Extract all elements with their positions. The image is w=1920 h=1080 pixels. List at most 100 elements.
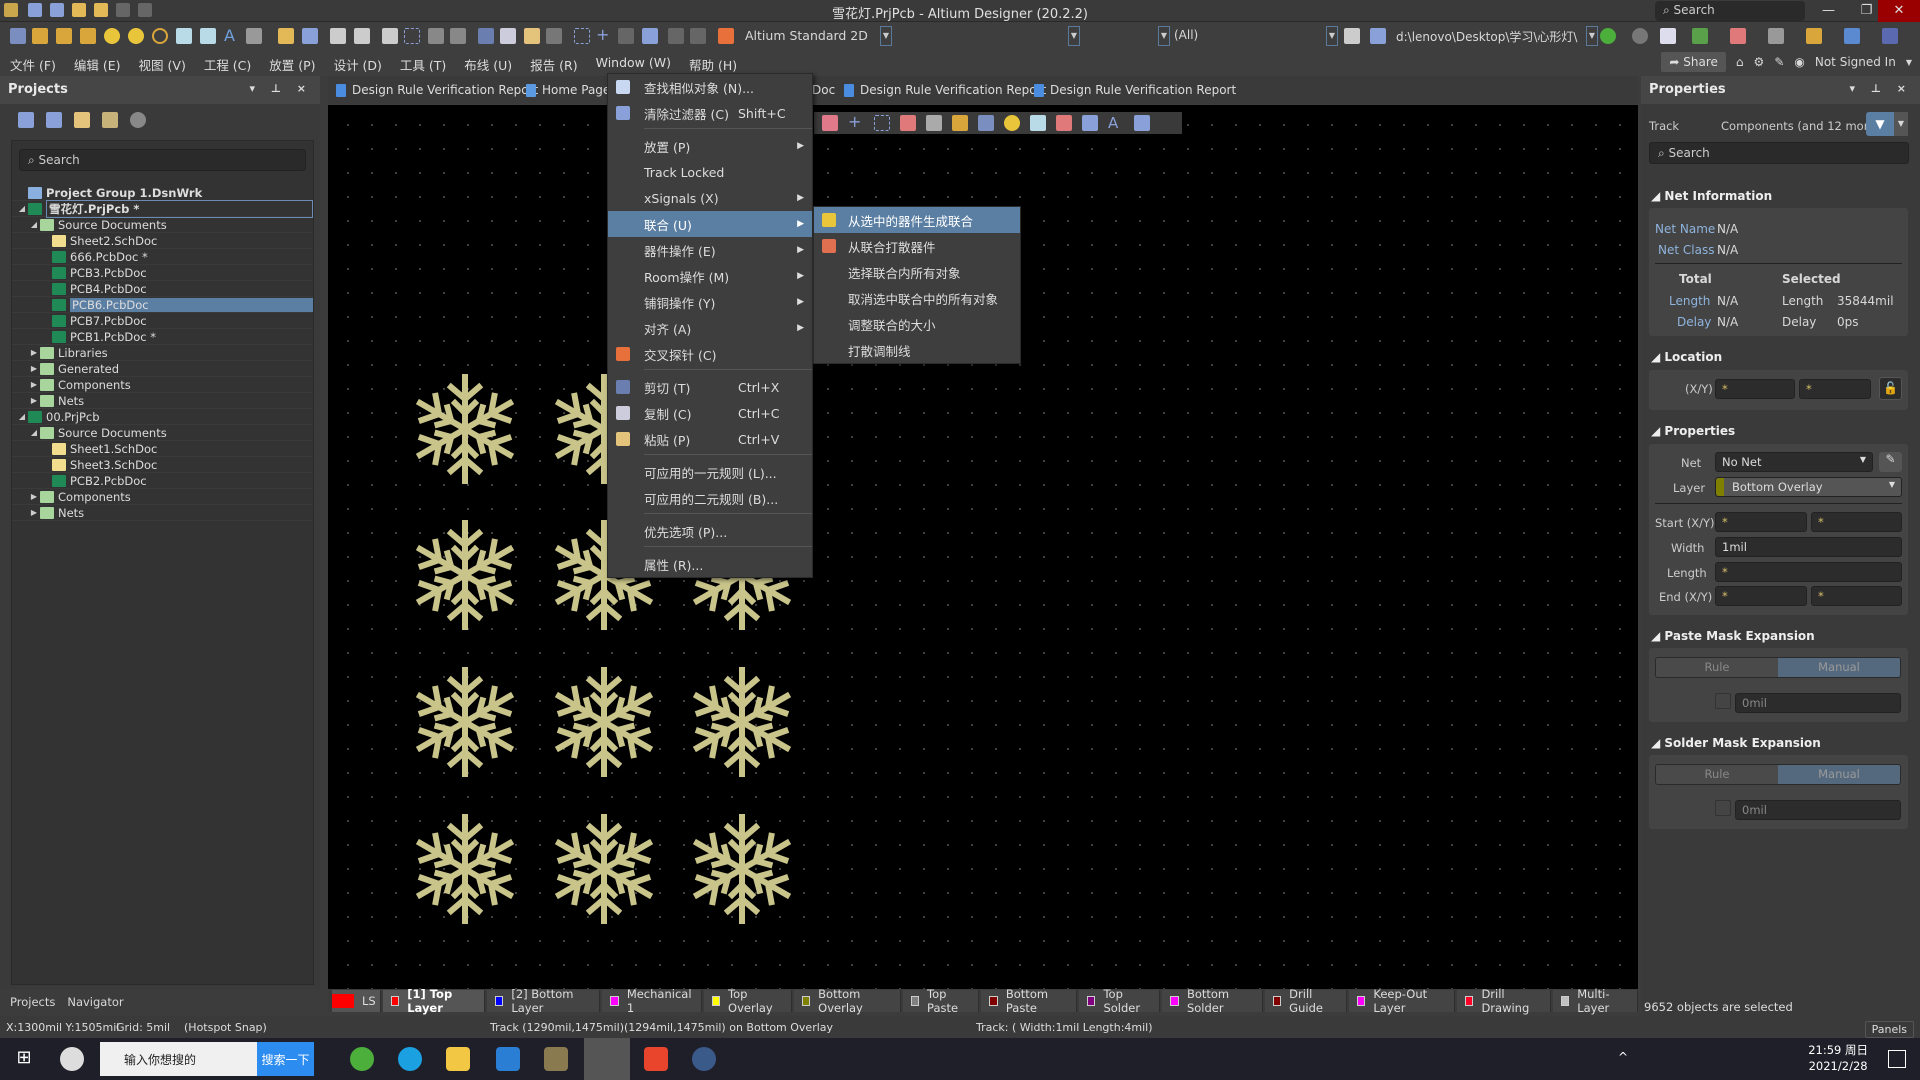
find-icon[interactable]	[1768, 28, 1784, 44]
user-icon[interactable]: ◉	[1794, 55, 1804, 69]
menu-item[interactable]: 清除过滤器 (C) Shift+C	[608, 100, 812, 126]
menu-item[interactable]: xSignals (X) ▶	[608, 185, 812, 211]
layer-set-button[interactable]: LS	[332, 990, 381, 1012]
start-y-field[interactable]: *	[1811, 512, 1902, 532]
redo-icon[interactable]	[138, 3, 152, 17]
view-config-select[interactable]: Altium Standard 2D	[745, 28, 868, 43]
print-preview-icon[interactable]	[354, 28, 370, 44]
menu-item[interactable]: 器件操作 (E) ▶	[608, 237, 812, 263]
tree-item[interactable]: Sheet2.SchDoc	[12, 233, 313, 249]
paste-rule-button[interactable]: Rule	[1656, 658, 1778, 677]
menu-project[interactable]: 工程 (C)	[202, 50, 261, 76]
taskbar-search-input[interactable]: 输入你想搜的	[100, 1042, 257, 1076]
solder-rule-button[interactable]: Rule	[1656, 765, 1778, 784]
menu-item[interactable]: 复制 (C) Ctrl+C	[608, 400, 812, 426]
path-dropdown[interactable]: ▼	[1586, 26, 1598, 46]
tree-item[interactable]: ▶ Components	[12, 489, 313, 505]
paste-icon[interactable]	[524, 28, 540, 44]
snowflake-graphic[interactable]	[690, 670, 794, 774]
via-icon[interactable]	[128, 28, 144, 44]
save-doc-icon[interactable]	[302, 28, 318, 44]
open-doc-icon[interactable]	[278, 28, 294, 44]
end-y-field[interactable]: *	[1811, 586, 1902, 606]
layer-tab[interactable]: [2] Bottom Layer	[486, 987, 600, 1015]
snowflake-graphic[interactable]	[552, 670, 656, 774]
menu-item[interactable]: 放置 (P) ▶	[608, 133, 812, 159]
xmind-icon[interactable]	[644, 1047, 668, 1071]
layer-tab[interactable]: Drill Drawing	[1456, 987, 1551, 1015]
notification-icon[interactable]	[1888, 1050, 1906, 1068]
snowflake-graphic[interactable]	[690, 817, 794, 921]
layer-tab[interactable]: [1] Top Layer	[382, 987, 485, 1015]
menu-item[interactable]: 取消选中联合中的所有对象	[814, 285, 1020, 311]
filter-dropdown[interactable]: ▼	[1158, 26, 1170, 46]
tree-item[interactable]: PCB2.PcbDoc	[12, 473, 313, 489]
keepout-icon[interactable]	[1056, 115, 1072, 131]
fill-icon[interactable]	[176, 28, 192, 44]
panels-button[interactable]: Panels	[1864, 1021, 1914, 1038]
solder-mask-checkbox[interactable]	[1715, 800, 1731, 816]
menu-route[interactable]: 布线 (U)	[462, 50, 522, 76]
notifications-icon[interactable]: ✎	[1774, 55, 1784, 69]
explore-icon[interactable]	[74, 112, 90, 128]
solder-manual-button[interactable]: Manual	[1778, 765, 1900, 784]
tree-item[interactable]: ▶ Libraries	[12, 345, 313, 361]
menu-item[interactable]: 从联合打散器件	[814, 233, 1020, 259]
expand-arrow-icon[interactable]: ▶	[28, 396, 40, 405]
layer-select[interactable]: Bottom Overlay ▼	[1715, 477, 1902, 497]
zoom-filtered-icon[interactable]	[450, 28, 466, 44]
menu-item[interactable]: Room操作 (M) ▶	[608, 263, 812, 289]
menu-view[interactable]: 视图 (V)	[137, 50, 196, 76]
tree-item[interactable]: Sheet3.SchDoc	[12, 457, 313, 473]
menu-item[interactable]: 从选中的器件生成联合	[814, 207, 1020, 233]
gear-icon[interactable]	[130, 112, 146, 128]
filter-dropdown[interactable]: ▼	[1894, 112, 1908, 136]
tree-item[interactable]: ▶ Components	[12, 377, 313, 393]
menu-item[interactable]: 查找相似对象 (N)...	[608, 74, 812, 100]
net-select[interactable]: No Net ▼	[1715, 452, 1873, 472]
menu-place[interactable]: 放置 (P)	[267, 50, 325, 76]
location-x-field[interactable]: *	[1715, 379, 1795, 399]
polygon-icon[interactable]	[200, 28, 216, 44]
layer-tab[interactable]: Top Overlay	[703, 987, 792, 1015]
text-icon[interactable]: A	[1108, 115, 1124, 131]
tab-projects[interactable]: Projects	[10, 995, 55, 1011]
app-icon[interactable]	[692, 1047, 716, 1071]
panel-controls[interactable]: ▾ ⊥ ×	[1850, 82, 1912, 95]
undo-icon[interactable]	[116, 3, 130, 17]
zoom-area-icon[interactable]	[404, 28, 420, 44]
measure-icon[interactable]	[1692, 28, 1708, 44]
section-solder-mask[interactable]: ◢ Solder Mask Expansion	[1651, 736, 1821, 750]
section-location[interactable]: ◢ Location	[1651, 350, 1722, 364]
select-area-icon[interactable]	[874, 115, 890, 131]
tree-item[interactable]: 666.PcbDoc *	[12, 249, 313, 265]
expand-arrow-icon[interactable]: ▶	[28, 364, 40, 373]
expand-arrow-icon[interactable]: ▶	[28, 348, 40, 357]
fill-icon[interactable]	[1030, 115, 1046, 131]
clear-filter-icon[interactable]	[642, 28, 658, 44]
tree-item[interactable]: ▶ Nets	[12, 505, 313, 521]
filter-zoom-icon[interactable]	[1344, 28, 1360, 44]
menu-item[interactable]: 对齐 (A) ▶	[608, 315, 812, 341]
move-icon[interactable]: +	[848, 114, 864, 131]
chevron-down-icon[interactable]: ▼	[1906, 58, 1912, 67]
snowflake-graphic[interactable]	[413, 817, 517, 921]
end-x-field[interactable]: *	[1715, 586, 1807, 606]
dimension-icon[interactable]	[1806, 28, 1822, 44]
menu-tools[interactable]: 工具 (T)	[398, 50, 456, 76]
menu-item[interactable]: 交叉探针 (C)	[608, 341, 812, 367]
back-icon[interactable]	[1600, 28, 1616, 44]
altium-alt-icon[interactable]	[544, 1047, 568, 1071]
layer-tab[interactable]: Top Paste	[902, 987, 980, 1015]
altium-designer-taskbar-icon[interactable]	[584, 1038, 630, 1080]
filter-icon[interactable]: ▼	[1866, 112, 1894, 136]
dimension-icon[interactable]	[1082, 115, 1098, 131]
tree-item[interactable]: PCB3.PcbDoc	[12, 265, 313, 281]
close-button[interactable]: ✕	[1878, 0, 1920, 22]
layer-tab[interactable]: Bottom Overlay	[793, 987, 901, 1015]
lock-icon[interactable]: 🔓	[1879, 377, 1902, 400]
path-field[interactable]: d:\lenovo\Desktop\学习\心形灯\	[1396, 28, 1586, 45]
layer-tab[interactable]: Mechanical 1	[601, 987, 702, 1015]
tab-pcb-doc[interactable]: Doc	[812, 83, 835, 97]
copy-icon[interactable]	[500, 28, 516, 44]
